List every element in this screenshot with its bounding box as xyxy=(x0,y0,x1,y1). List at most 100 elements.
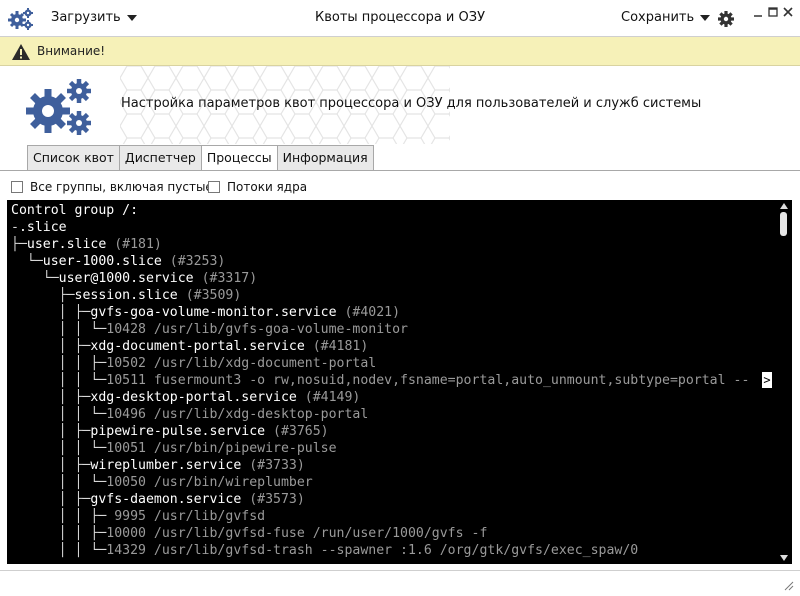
tree-line: │ │ └─10428 /usr/lib/gvfs-goa-volume-mon… xyxy=(11,321,774,338)
tree-node-detail: 10428 /usr/lib/gvfs-goa-volume-monitor xyxy=(106,322,408,337)
scroll-down-icon[interactable] xyxy=(780,555,788,561)
resize-grip-icon[interactable] xyxy=(782,579,794,591)
tree-line: └─user@1000.service (#3317) xyxy=(11,270,774,287)
tree-branch: │ │ └─ xyxy=(11,543,107,558)
tree-node-detail: 10511 fusermount3 -o rw,nosuid,nodev,fsn… xyxy=(106,373,750,388)
tree-line: │ │ ├─10000 /usr/lib/gvfsd-fuse /run/use… xyxy=(11,525,774,542)
tree-branch: │ ├─ xyxy=(11,305,91,320)
tree-node-detail: 9995 /usr/lib/gvfsd xyxy=(106,509,266,524)
tree-node-name: gvfs-goa-volume-monitor.service xyxy=(90,305,337,320)
tree-node-name: xdg-desktop-portal.service xyxy=(90,390,297,405)
tree-line: -.slice xyxy=(11,219,774,236)
all-groups-label: Все группы, включая пустые xyxy=(30,180,213,194)
tree-line: │ │ ├─10502 /usr/lib/xdg-document-portal xyxy=(11,355,774,372)
tree-line: │ ├─wireplumber.service (#3733) xyxy=(11,457,774,474)
tree-branch: │ │ └─ xyxy=(11,322,107,337)
tree-node-detail: (#3765) xyxy=(265,424,329,439)
all-groups-checkbox[interactable]: Все группы, включая пустые xyxy=(11,180,213,194)
tree-branch: └─ xyxy=(11,254,43,269)
warning-text: Внимание! xyxy=(37,44,106,58)
maximize-icon[interactable] xyxy=(767,6,779,18)
tree-node-name: session.slice xyxy=(74,288,178,303)
tree-branch: │ │ └─ xyxy=(11,441,107,456)
tree-node-detail: 10051 /usr/bin/pipewire-pulse xyxy=(106,441,337,456)
title-bar: Загрузить Квоты процессора и ОЗУ Сохрани… xyxy=(0,0,800,37)
tree-branch: │ │ └─ xyxy=(11,475,107,490)
tree-branch: │ ├─ xyxy=(11,492,91,507)
caret-down-icon xyxy=(126,15,137,21)
tab-processes[interactable]: Процессы xyxy=(200,145,278,171)
tree-line: └─user-1000.slice (#3253) xyxy=(11,253,774,270)
gear-cluster-icon xyxy=(8,8,33,30)
tree-node-name: pipewire-pulse.service xyxy=(90,424,266,439)
tab-quota-list[interactable]: Список квот xyxy=(27,145,120,170)
gear-icon[interactable] xyxy=(717,10,735,28)
caret-down-icon xyxy=(700,15,711,21)
tree-node-name: .slice xyxy=(18,220,67,235)
tree-line: │ │ └─14329 /usr/lib/gvfsd-trash --spawn… xyxy=(11,542,774,559)
tab-information[interactable]: Информация xyxy=(276,145,374,170)
tree-line: │ ├─pipewire-pulse.service (#3765) xyxy=(11,423,774,440)
tree-line: │ ├─gvfs-goa-volume-monitor.service (#40… xyxy=(11,304,774,321)
tree-branch: ├─ xyxy=(11,237,27,252)
tree-node-detail: 10000 /usr/lib/gvfsd-fuse /run/user/1000… xyxy=(106,526,488,541)
status-bar xyxy=(0,570,800,596)
tree-line: │ │ └─10050 /usr/bin/wireplumber xyxy=(11,474,774,491)
tree-line: │ │ ├─ 9995 /usr/lib/gvfsd xyxy=(11,508,774,525)
checkbox-box[interactable] xyxy=(11,181,23,193)
tree-lines: Control group /: -.slice ├─user.slice (#18… xyxy=(11,202,774,559)
banner-description: Настройка параметров квот процессора и О… xyxy=(121,96,702,111)
kernel-threads-label: Потоки ядра xyxy=(227,180,308,194)
tree-node-name: xdg-document-portal.service xyxy=(90,339,305,354)
warning-bar: Внимание! xyxy=(0,37,800,66)
tree-node-detail: (#3733) xyxy=(241,458,305,473)
tree-node-detail: 10050 /usr/bin/wireplumber xyxy=(106,475,313,490)
save-menu-button[interactable]: Сохранить xyxy=(621,10,711,25)
tree-line: ├─user.slice (#181) xyxy=(11,236,774,253)
tree-branch: │ ├─ xyxy=(11,339,91,354)
tree-branch: │ │ └─ xyxy=(11,373,107,388)
scroll-up-icon[interactable] xyxy=(780,203,788,209)
warning-triangle-icon xyxy=(12,44,30,60)
tree-branch: └─ xyxy=(11,271,59,286)
tree-node-detail: 10496 /usr/lib/xdg-desktop-portal xyxy=(106,407,369,422)
tree-node-detail: (#181) xyxy=(106,237,162,252)
tree-node-name: user-1000.slice xyxy=(42,254,162,269)
tree-node-name: user@1000.service xyxy=(58,271,194,286)
tree-node-detail: (#3253) xyxy=(161,254,226,269)
checkbox-box[interactable] xyxy=(208,181,220,193)
tree-node-detail: (#3317) xyxy=(193,271,258,286)
vertical-scrollbar[interactable] xyxy=(776,200,792,564)
tree-line: │ ├─xdg-document-portal.service (#4181) xyxy=(11,338,774,355)
tree-line: │ │ └─10496 /usr/lib/xdg-desktop-portal xyxy=(11,406,774,423)
save-menu-label: Сохранить xyxy=(621,10,695,25)
tree-node-detail: 14329 /usr/lib/gvfsd-trash --spawner :1.… xyxy=(106,543,639,558)
minimize-icon[interactable] xyxy=(752,6,764,18)
tab-bar: Список квот Диспетчер Процессы Информаци… xyxy=(27,145,374,171)
tree-line: │ ├─xdg-desktop-portal.service (#4149) xyxy=(11,389,774,406)
scrollbar-thumb[interactable] xyxy=(780,212,787,236)
tree-line: │ │ └─10511 fusermount3 -o rw,nosuid,nod… xyxy=(11,372,774,389)
gear-cluster-icon xyxy=(26,79,91,135)
tree-node-name: gvfs-daemon.service xyxy=(90,492,242,507)
tree-branch: │ ├─ xyxy=(11,390,91,405)
tree-line: │ ├─gvfs-daemon.service (#3573) xyxy=(11,491,774,508)
tree-node-detail: 10502 /usr/lib/xdg-document-portal xyxy=(106,356,377,371)
tree-line: ├─session.slice (#3509) xyxy=(11,287,774,304)
tree-line: Control group /: xyxy=(11,202,774,219)
tree-branch: ├─ xyxy=(11,288,75,303)
tree-node-detail: (#3573) xyxy=(241,492,305,507)
load-menu-button[interactable]: Загрузить xyxy=(51,10,137,25)
tree-branch: │ │ ├─ xyxy=(11,526,107,541)
kernel-threads-checkbox[interactable]: Потоки ядра xyxy=(208,180,307,194)
cgroup-tree-output[interactable]: Control group /: -.slice ├─user.slice (#18… xyxy=(7,200,792,564)
tree-branch: - xyxy=(11,220,19,235)
tree-node-detail: (#4149) xyxy=(296,390,361,405)
tree-branch: │ │ ├─ xyxy=(11,356,107,371)
tree-node-name: Control group /: xyxy=(11,203,139,218)
line-overflow-marker: > xyxy=(762,372,772,388)
close-icon[interactable] xyxy=(782,6,794,18)
tree-branch: │ ├─ xyxy=(11,424,91,439)
header-banner: Настройка параметров квот процессора и О… xyxy=(0,66,800,144)
tab-dispatcher[interactable]: Диспетчер xyxy=(118,145,202,170)
